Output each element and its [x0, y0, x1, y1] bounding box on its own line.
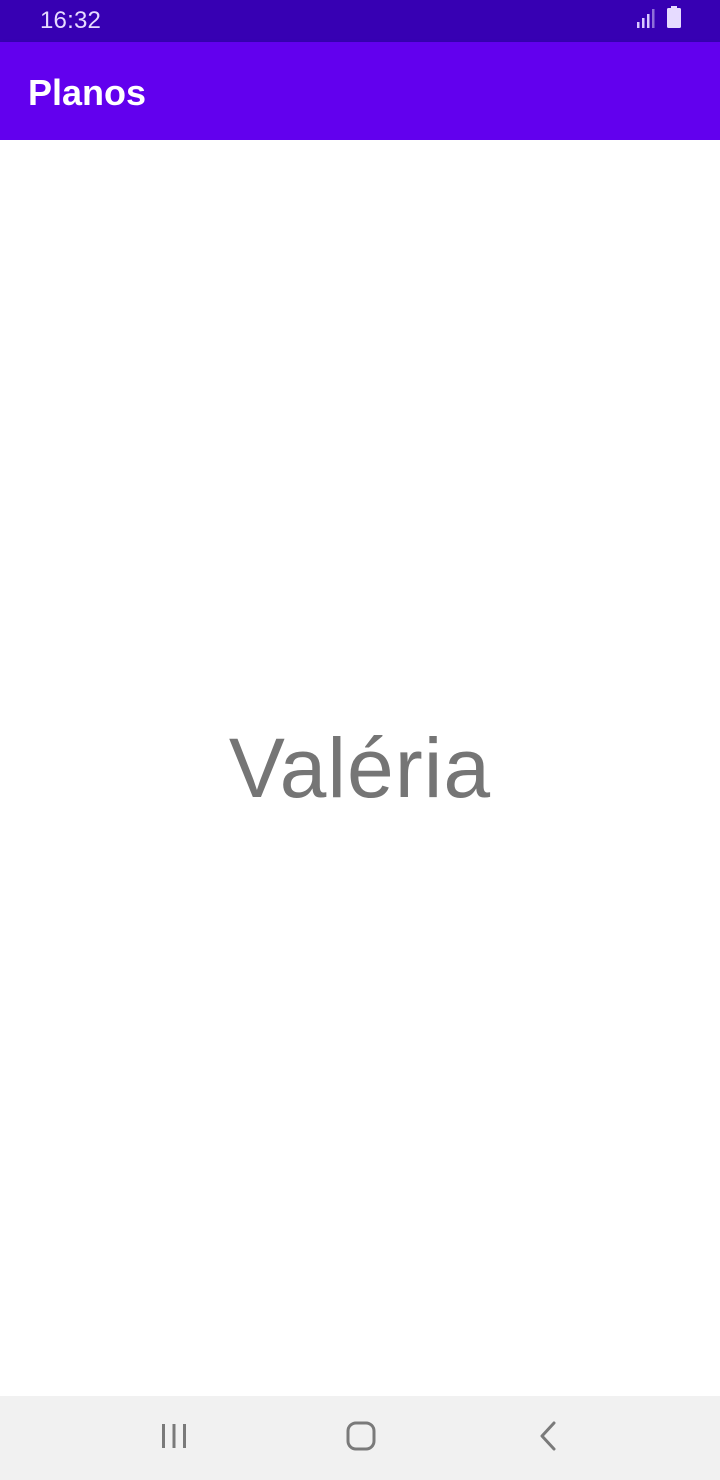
screen: 16:32 Planos Valéria — [0, 0, 720, 1480]
navigation-bar — [0, 1396, 720, 1480]
status-icons — [636, 6, 682, 33]
main-content: Valéria — [0, 140, 720, 1396]
status-time: 16:32 — [40, 7, 102, 34]
back-button[interactable] — [518, 1414, 578, 1462]
home-button[interactable] — [331, 1414, 391, 1462]
recents-icon — [159, 1422, 189, 1455]
battery-icon — [666, 6, 682, 33]
recents-button[interactable] — [144, 1414, 204, 1462]
center-name-text: Valéria — [228, 721, 492, 815]
signal-icon — [636, 8, 656, 33]
home-icon — [345, 1420, 377, 1457]
app-title: Planos — [28, 72, 147, 113]
back-icon — [536, 1420, 560, 1457]
app-bar: Planos — [0, 42, 720, 140]
status-bar: 16:32 — [0, 0, 720, 42]
